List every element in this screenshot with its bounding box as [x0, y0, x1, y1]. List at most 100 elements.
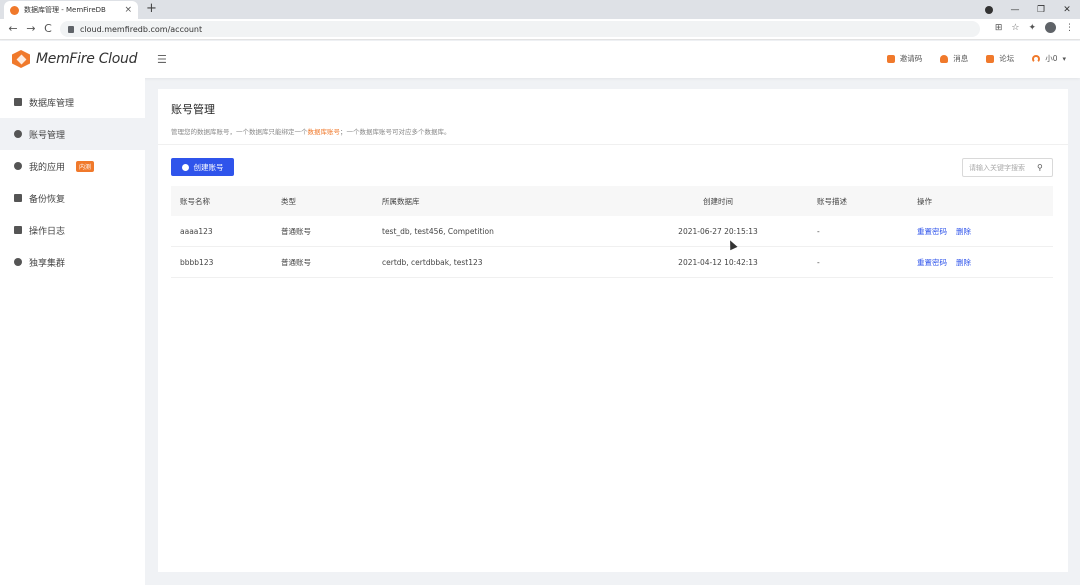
- app-header: MemFire Cloud ☰ 邀请码 消息 论坛 小0 ▾: [0, 41, 1080, 78]
- divider: [158, 144, 1068, 145]
- logo[interactable]: MemFire Cloud: [12, 50, 137, 68]
- translate-icon[interactable]: ⊞: [995, 23, 1003, 33]
- reset-password-link[interactable]: 重置密码: [917, 257, 947, 268]
- forum-icon: [986, 54, 995, 63]
- messages-link[interactable]: 消息: [940, 53, 968, 64]
- invite-code-link[interactable]: 邀请码: [886, 53, 923, 64]
- cell-created: 2021-04-12 10:42:13: [678, 257, 758, 267]
- messages-label: 消息: [953, 54, 969, 63]
- col-header-desc: 账号描述: [817, 196, 847, 206]
- bookmark-star-icon[interactable]: ☆: [1011, 23, 1019, 33]
- desc-part: 管理您的数据库账号，一个数据库只能绑定一个: [171, 128, 308, 136]
- sidebar-item-logs[interactable]: 操作日志: [0, 214, 145, 246]
- close-window-button[interactable]: ✕: [1054, 5, 1080, 15]
- browser-tab[interactable]: 数据库管理 - MemFireDB ×: [4, 1, 138, 19]
- cell-databases: certdb, certdbbak, test123: [382, 257, 483, 267]
- forum-label: 论坛: [999, 54, 1015, 63]
- record-icon[interactable]: [985, 5, 993, 14]
- main-panel: 账号管理 管理您的数据库账号，一个数据库只能绑定一个数据库账号；一个数据库账号可…: [158, 89, 1068, 572]
- cell-actions: 重置密码 删除: [903, 226, 1053, 237]
- sidebar-item-database[interactable]: 数据库管理: [0, 86, 145, 118]
- sidebar-item-backup[interactable]: 备份恢复: [0, 182, 145, 214]
- lock-icon: [68, 25, 74, 33]
- col-header-created: 创建时间: [703, 196, 733, 206]
- cell-name: aaaa123: [180, 226, 213, 236]
- restore-button[interactable]: ❐: [1028, 5, 1054, 15]
- table-header: 账号名称 类型 所属数据库 创建时间 账号描述 操作: [171, 186, 1053, 216]
- app-icon: [14, 162, 22, 170]
- col-header-name: 账号名称: [180, 196, 210, 206]
- sidebar-item-cluster[interactable]: 独享集群: [0, 246, 145, 278]
- logo-mark-icon: [12, 50, 30, 68]
- sidebar-item-label: 数据库管理: [29, 98, 75, 109]
- favicon-icon: [10, 5, 19, 15]
- back-button[interactable]: ←: [6, 22, 20, 35]
- tab-close-icon[interactable]: ×: [124, 5, 132, 15]
- browser-menu-icon[interactable]: ⋮: [1065, 23, 1074, 33]
- collapse-menu-icon[interactable]: ☰: [157, 53, 167, 66]
- profile-icon[interactable]: [1045, 22, 1056, 33]
- new-tab-button[interactable]: +: [146, 2, 157, 16]
- sidebar-item-label: 独享集群: [29, 258, 66, 269]
- cell-type: 普通账号: [281, 226, 311, 236]
- header-actions: 邀请码 消息 论坛 小0 ▾: [886, 53, 1066, 64]
- user-name: 小0: [1045, 54, 1058, 63]
- cell-created: 2021-06-27 20:15:13: [678, 226, 758, 236]
- delete-link[interactable]: 删除: [956, 226, 971, 237]
- accounts-table: 账号名称 类型 所属数据库 创建时间 账号描述 操作 aaaa123 普通账号 …: [171, 186, 1053, 278]
- browser-tabstrip: 数据库管理 - MemFireDB × + — ❐ ✕: [0, 0, 1080, 19]
- browser-extensions: ⊞ ☆ ✦ ⋮: [995, 22, 1074, 33]
- sidebar-item-apps[interactable]: 我的应用 内测: [0, 150, 145, 182]
- desc-highlight: 数据库账号: [307, 128, 341, 136]
- cell-desc: -: [817, 257, 820, 267]
- chevron-down-icon: ▾: [1062, 54, 1066, 63]
- cell-name: bbbb123: [180, 257, 214, 267]
- address-bar-row: ← → C cloud.memfiredb.com/account ⊞ ☆ ✦ …: [0, 19, 1080, 40]
- delete-link[interactable]: 删除: [956, 257, 971, 268]
- reload-button[interactable]: C: [41, 22, 55, 35]
- beta-badge: 内测: [76, 160, 95, 172]
- log-icon: [14, 226, 22, 234]
- cell-type: 普通账号: [281, 257, 311, 267]
- col-header-type: 类型: [281, 196, 296, 206]
- forum-link[interactable]: 论坛: [986, 53, 1014, 64]
- sidebar-item-label: 账号管理: [29, 130, 66, 141]
- forward-button[interactable]: →: [24, 22, 38, 35]
- database-icon: [14, 98, 22, 106]
- page-description: 管理您的数据库账号，一个数据库只能绑定一个数据库账号；一个数据库账号可对应多个数…: [171, 126, 451, 136]
- sidebar: 数据库管理 账号管理 我的应用 内测 备份恢复 操作日志 独享集群: [0, 78, 145, 585]
- cell-desc: -: [817, 226, 820, 236]
- sidebar-item-label: 我的应用: [29, 162, 66, 173]
- create-account-label: 创建账号: [193, 162, 224, 172]
- gift-icon: [886, 54, 895, 63]
- url-text: cloud.memfiredb.com/account: [80, 24, 203, 34]
- url-field[interactable]: cloud.memfiredb.com/account: [60, 21, 980, 37]
- col-header-databases: 所属数据库: [382, 196, 420, 206]
- cluster-icon: [14, 258, 22, 266]
- cell-actions: 重置密码 删除: [903, 257, 1053, 268]
- search-field[interactable]: ⚲: [962, 158, 1053, 177]
- add-user-icon: [181, 163, 189, 171]
- backup-icon: [14, 194, 22, 202]
- create-account-button[interactable]: 创建账号: [171, 158, 234, 176]
- bell-icon: [940, 54, 949, 63]
- tab-title: 数据库管理 - MemFireDB: [24, 6, 106, 14]
- search-icon[interactable]: ⚲: [1037, 163, 1043, 172]
- search-input[interactable]: [969, 163, 1037, 172]
- table-row: bbbb123 普通账号 certdb, certdbbak, test123 …: [171, 247, 1053, 278]
- invite-code-label: 邀请码: [899, 54, 923, 63]
- table-row: aaaa123 普通账号 test_db, test456, Competiti…: [171, 216, 1053, 247]
- window-controls: — ❐ ✕: [976, 0, 1080, 19]
- minimize-button[interactable]: —: [1002, 5, 1028, 15]
- cell-databases: test_db, test456, Competition: [382, 226, 494, 236]
- user-icon: [1032, 54, 1041, 63]
- reset-password-link[interactable]: 重置密码: [917, 226, 947, 237]
- desc-part: ；一个数据库账号可对应多个数据库。: [340, 128, 451, 136]
- sidebar-item-accounts[interactable]: 账号管理: [0, 118, 145, 150]
- extensions-icon[interactable]: ✦: [1028, 23, 1036, 33]
- brand-name: MemFire Cloud: [36, 51, 138, 67]
- user-menu[interactable]: 小0 ▾: [1032, 53, 1066, 64]
- users-icon: [14, 130, 22, 138]
- sidebar-item-label: 备份恢复: [29, 194, 66, 205]
- page-title: 账号管理: [171, 103, 215, 116]
